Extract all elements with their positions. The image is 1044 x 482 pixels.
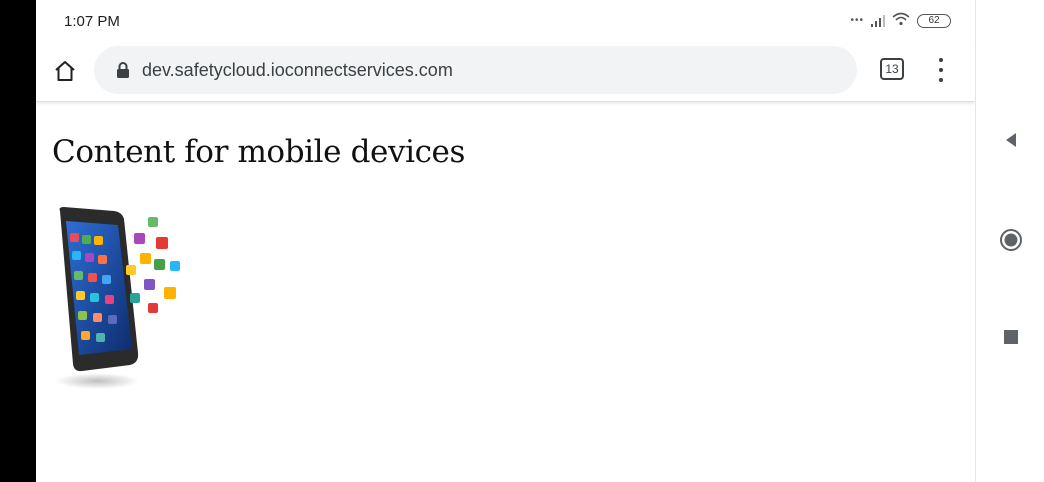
status-time: 1:07 PM (64, 13, 120, 30)
web-page-content: Content for mobile devices (36, 103, 975, 482)
more-vert-icon[interactable] (931, 56, 951, 84)
address-bar[interactable]: dev.safetycloud.ioconnectservices.com (94, 46, 857, 94)
browser-toolbar: dev.safetycloud.ioconnectservices.com 13 (36, 44, 975, 102)
battery-icon: 62 (917, 13, 951, 28)
home-icon[interactable] (50, 56, 80, 86)
lock-icon (116, 61, 130, 79)
device-bezel (0, 0, 36, 482)
signal-dots-icon: ••• (850, 15, 864, 26)
home-circle-icon[interactable] (976, 228, 1044, 252)
signal-icon (871, 14, 885, 27)
wifi-icon (892, 12, 910, 29)
phone-screen: 1:07 PM ••• 62 dev.safetycloud.ioconnect… (36, 0, 975, 482)
url-text[interactable]: dev.safetycloud.ioconnectservices.com (142, 60, 453, 81)
status-bar: 1:07 PM ••• 62 (36, 0, 975, 44)
page-heading: Content for mobile devices (52, 134, 466, 170)
smartphone-apps-image (52, 203, 192, 393)
tab-switcher-icon[interactable]: 13 (880, 58, 904, 80)
status-icons: ••• 62 (850, 12, 951, 29)
system-nav-bar (975, 0, 1044, 482)
recents-icon[interactable] (976, 330, 1044, 344)
back-icon[interactable] (976, 132, 1044, 148)
